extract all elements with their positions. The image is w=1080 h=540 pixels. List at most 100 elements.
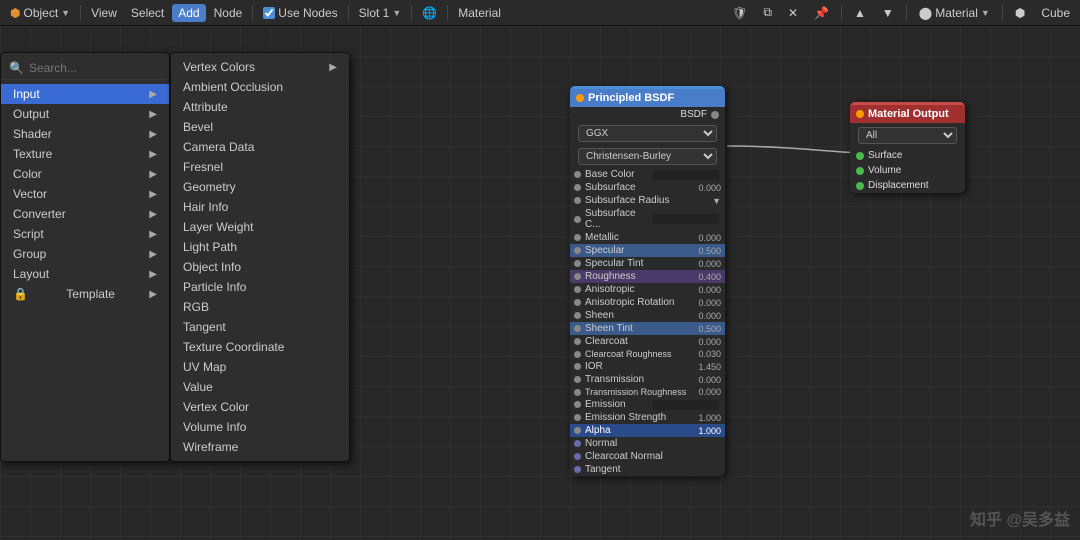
close-icon-button[interactable]: ✕ <box>782 4 804 22</box>
cube-label-button[interactable]: Cube <box>1035 4 1076 22</box>
anisotropic-dot-left <box>574 286 581 293</box>
menu-item-layout[interactable]: Layout ▶ <box>1 264 169 284</box>
menu-item-converter[interactable]: Converter ▶ <box>1 204 169 224</box>
pin-icon-button[interactable]: 📌 <box>808 4 835 22</box>
view-label: View <box>91 6 117 20</box>
subsurface-radius-label: Subsurface Radius <box>585 195 710 206</box>
vertex-colors-arrow: ▶ <box>329 62 337 73</box>
specular-tint-label: Specular Tint <box>585 258 696 269</box>
all-select[interactable]: All <box>858 127 957 144</box>
use-nodes-checkbox[interactable] <box>263 7 275 19</box>
input-light-path[interactable]: Light Path <box>171 237 349 257</box>
input-wireframe[interactable]: Wireframe <box>171 437 349 457</box>
node-row-clearcoat-roughness: Clearcoat Roughness 0.030 <box>570 348 725 360</box>
clearcoat-roughness-dot-left <box>574 351 581 358</box>
input-uv-map[interactable]: UV Map <box>171 357 349 377</box>
object-mode-button[interactable]: ⬢ Object ▼ <box>4 4 76 22</box>
watermark-text: 知乎 @吴多益 <box>970 512 1070 529</box>
input-rgb[interactable]: RGB <box>171 297 349 317</box>
input-vertex-colors[interactable]: Vertex Colors ▶ <box>171 57 349 77</box>
node-row-transmission: Transmission 0.000 <box>570 373 725 386</box>
material-output-header: Material Output <box>850 105 965 123</box>
menu-item-group[interactable]: Group ▶ <box>1 244 169 264</box>
tangent-label: Tangent <box>585 464 721 475</box>
clearcoat-dot-left <box>574 338 581 345</box>
menu-item-script[interactable]: Script ▶ <box>1 224 169 244</box>
material-right-button[interactable]: ⬤ Material ▼ <box>913 4 996 22</box>
input-volume-info[interactable]: Volume Info <box>171 417 349 437</box>
all-select-row: All <box>850 123 965 148</box>
object-icon-right-button[interactable]: ⬢ <box>1009 4 1031 22</box>
menu-item-shader[interactable]: Shader ▶ <box>1 124 169 144</box>
vertex-color-label: Vertex Color <box>183 400 249 414</box>
separator-5 <box>447 5 448 21</box>
add-menu[interactable]: Add <box>172 4 205 22</box>
input-layer-weight[interactable]: Layer Weight <box>171 217 349 237</box>
node-menu[interactable]: Node <box>208 4 249 22</box>
input-tangent[interactable]: Tangent <box>171 317 349 337</box>
tangent-label: Tangent <box>183 320 226 334</box>
use-nodes-toggle[interactable]: Use Nodes <box>257 4 343 22</box>
input-camera-data[interactable]: Camera Data <box>171 137 349 157</box>
node-row-anisotropic: Anisotropic 0.000 <box>570 283 725 296</box>
node-row-tangent: Tangent <box>570 463 725 476</box>
input-hair-info[interactable]: Hair Info <box>171 197 349 217</box>
ior-dot-left <box>574 363 581 370</box>
input-vertex-color[interactable]: Vertex Color <box>171 397 349 417</box>
object-icon-right: ⬢ <box>1015 6 1025 20</box>
watermark: 知乎 @吴多益 <box>970 506 1070 530</box>
input-particle-info[interactable]: Particle Info <box>171 277 349 297</box>
input-attribute[interactable]: Attribute <box>171 97 349 117</box>
world-icon-button[interactable]: 🌐 <box>416 4 443 22</box>
specular-value: 0.500 <box>698 246 721 256</box>
sheen-tint-dot-left <box>574 325 581 332</box>
material-output-dot <box>856 110 864 118</box>
slot-selector[interactable]: Slot 1 ▼ <box>353 4 408 22</box>
light-path-label: Light Path <box>183 240 237 254</box>
material-right-label: Material <box>935 6 978 20</box>
menu-item-vector[interactable]: Vector ▶ <box>1 184 169 204</box>
metallic-dot-left <box>574 234 581 241</box>
sheen-dot-left <box>574 312 581 319</box>
menu-item-texture[interactable]: Texture ▶ <box>1 144 169 164</box>
input-fresnel[interactable]: Fresnel <box>171 157 349 177</box>
menu-item-input[interactable]: Input ▶ <box>1 84 169 104</box>
material-right-arrow: ▼ <box>981 8 990 18</box>
sheen-tint-label: Sheen Tint <box>585 323 696 334</box>
surface-label: Surface <box>868 150 902 161</box>
principled-bsdf-node[interactable]: Principled BSDF BSDF GGX Christensen-Bur… <box>570 86 725 476</box>
menu-item-template[interactable]: 🔒 Template ▶ <box>1 284 169 304</box>
christensen-select[interactable]: Christensen-Burley <box>578 148 717 165</box>
material-field[interactable]: Material <box>452 4 507 22</box>
world-icon: 🌐 <box>422 6 437 20</box>
menu-item-output[interactable]: Output ▶ <box>1 104 169 124</box>
ggx-select[interactable]: GGX <box>578 125 717 142</box>
node-row-emission-strength: Emission Strength 1.000 <box>570 411 725 424</box>
material-output-surface: Surface <box>850 148 965 163</box>
input-object-info[interactable]: Object Info <box>171 257 349 277</box>
slot-label: Slot 1 <box>359 6 390 20</box>
select-menu[interactable]: Select <box>125 4 170 22</box>
material-label: Material <box>458 6 501 20</box>
shield-icon-button[interactable]: 🛡 <box>726 4 753 22</box>
input-value[interactable]: Value <box>171 377 349 397</box>
material-sphere-icon: ⬤ <box>919 6 932 20</box>
down-icon-button[interactable]: ▼ <box>876 4 900 22</box>
node-row-subsurface-color: Subsurface C... <box>570 207 725 231</box>
view-menu[interactable]: View <box>85 4 123 22</box>
menu-item-color[interactable]: Color ▶ <box>1 164 169 184</box>
transmission-dot-left <box>574 376 581 383</box>
roughness-value: 0.400 <box>698 272 721 282</box>
up-icon-button[interactable]: ▲ <box>848 4 872 22</box>
canvas-area[interactable]: 🔍 Input ▶ Output ▶ Shader ▶ Texture ▶ Co <box>0 26 1080 540</box>
material-output-node[interactable]: Material Output All Surface Volume Displ… <box>850 102 965 193</box>
input-ambient-occlusion[interactable]: Ambient Occlusion <box>171 77 349 97</box>
menu-item-script-label: Script <box>13 227 44 241</box>
copy-icon-button[interactable]: ⧉ <box>757 3 778 22</box>
search-bar[interactable]: 🔍 <box>1 57 169 80</box>
input-geometry[interactable]: Geometry <box>171 177 349 197</box>
search-input[interactable] <box>29 61 161 75</box>
input-bevel[interactable]: Bevel <box>171 117 349 137</box>
input-texture-coordinate[interactable]: Texture Coordinate <box>171 337 349 357</box>
uv-map-label: UV Map <box>183 360 226 374</box>
